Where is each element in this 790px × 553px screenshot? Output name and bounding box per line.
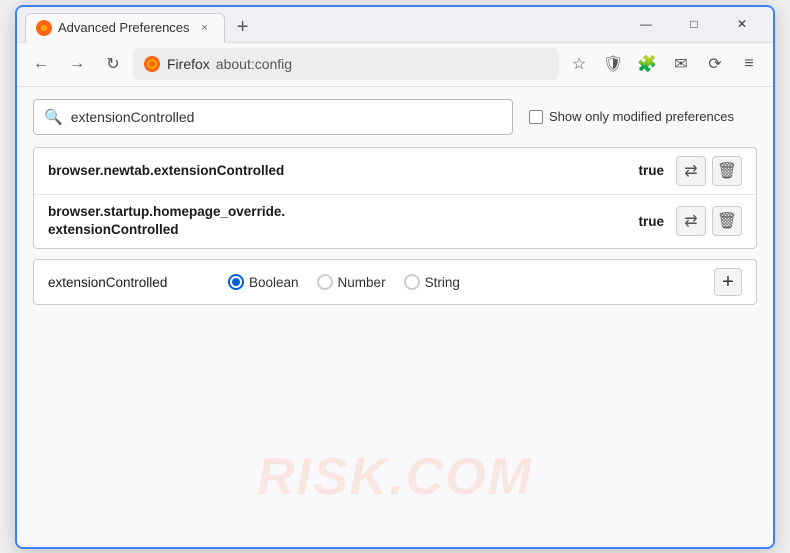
show-modified-label: Show only modified preferences	[549, 109, 734, 124]
shield-button[interactable]: 🛡	[597, 48, 629, 80]
string-label: String	[425, 275, 460, 290]
number-radio[interactable]	[317, 274, 333, 290]
search-input-wrap: 🔍	[33, 99, 513, 135]
string-radio-item[interactable]: String	[404, 274, 460, 290]
back-button[interactable]: ←	[25, 48, 57, 80]
pref-name-line1: browser.startup.homepage_override.	[48, 204, 285, 219]
pref-name: browser.newtab.extensionControlled	[48, 163, 638, 178]
pref-actions: ⇄ 🗑	[676, 206, 742, 236]
reset-pref-button[interactable]: ⇄	[676, 206, 706, 236]
new-tab-button[interactable]: +	[229, 14, 257, 42]
add-pref-button[interactable]: +	[714, 268, 742, 296]
address-bar[interactable]: Firefox about:config	[133, 48, 559, 80]
extensions-button[interactable]: 🧩	[631, 48, 663, 80]
firefox-logo	[143, 55, 161, 73]
pref-actions: ⇄ 🗑	[676, 156, 742, 186]
number-label: Number	[338, 275, 386, 290]
tab-close-button[interactable]: ×	[196, 19, 214, 37]
refresh-button[interactable]: ↻	[97, 48, 129, 80]
window-controls: — □ ✕	[623, 8, 765, 40]
new-pref-name: extensionControlled	[48, 275, 208, 290]
bookmark-button[interactable]: ☆	[563, 48, 595, 80]
show-modified-wrap: Show only modified preferences	[529, 109, 734, 124]
browser-brand: Firefox	[167, 56, 210, 72]
pref-name-line2: extensionControlled	[48, 222, 179, 237]
boolean-radio-item[interactable]: Boolean	[228, 274, 299, 290]
search-bar: 🔍 Show only modified preferences	[33, 99, 757, 135]
new-pref-row: extensionControlled Boolean Number Strin…	[33, 259, 757, 305]
search-icon: 🔍	[44, 108, 63, 126]
results-table: browser.newtab.extensionControlled true …	[33, 147, 757, 250]
show-modified-checkbox[interactable]	[529, 110, 543, 124]
pref-name-multiline: browser.startup.homepage_override. exten…	[48, 203, 638, 241]
tab-favicon	[36, 20, 52, 36]
maximize-button[interactable]: □	[671, 8, 717, 40]
number-radio-item[interactable]: Number	[317, 274, 386, 290]
string-radio[interactable]	[404, 274, 420, 290]
boolean-label: Boolean	[249, 275, 299, 290]
reset-pref-button[interactable]: ⇄	[676, 156, 706, 186]
sync-button[interactable]: ⟳	[699, 48, 731, 80]
pref-value: true	[638, 214, 664, 229]
address-url: about:config	[216, 56, 292, 72]
address-text: Firefox about:config	[167, 56, 292, 72]
search-input[interactable]	[71, 109, 502, 125]
title-bar: Advanced Preferences × + — □ ✕	[17, 7, 773, 43]
browser-window: Advanced Preferences × + — □ ✕ ← → ↻ F	[15, 5, 775, 549]
minimize-button[interactable]: —	[623, 8, 669, 40]
nav-icons: ☆ 🛡 🧩 ✉ ⟳ ≡	[563, 48, 765, 80]
type-radio-group: Boolean Number String	[228, 274, 694, 290]
tab-strip: Advanced Preferences × +	[25, 7, 623, 42]
main-content: RISK.COM 🔍 Show only modified preference…	[17, 87, 773, 547]
forward-button[interactable]: →	[61, 48, 93, 80]
tab-title: Advanced Preferences	[58, 20, 190, 35]
delete-pref-button[interactable]: 🗑	[712, 156, 742, 186]
delete-pref-button[interactable]: 🗑	[712, 206, 742, 236]
mail-button[interactable]: ✉	[665, 48, 697, 80]
watermark: RISK.COM	[257, 447, 533, 507]
active-tab[interactable]: Advanced Preferences ×	[25, 13, 225, 43]
boolean-radio[interactable]	[228, 274, 244, 290]
navigation-bar: ← → ↻ Firefox about:config ☆ 🛡 🧩 ✉ ⟳ ≡	[17, 43, 773, 87]
table-row: browser.newtab.extensionControlled true …	[34, 148, 756, 195]
pref-value: true	[638, 163, 664, 178]
close-button[interactable]: ✕	[719, 8, 765, 40]
menu-button[interactable]: ≡	[733, 48, 765, 80]
table-row: browser.startup.homepage_override. exten…	[34, 195, 756, 249]
